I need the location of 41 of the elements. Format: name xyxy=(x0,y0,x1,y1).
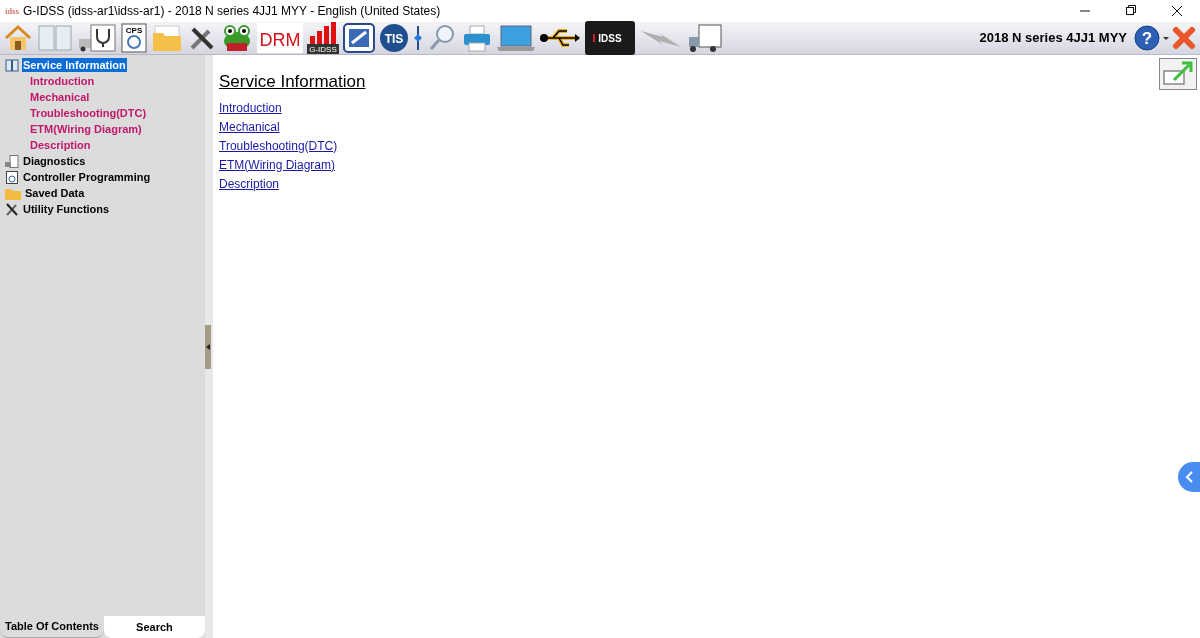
tree-item[interactable]: Saved Data xyxy=(24,186,86,200)
laptop-icon[interactable] xyxy=(497,23,535,53)
idss-device-icon[interactable]: IDSS xyxy=(585,21,635,55)
splitter-icon[interactable] xyxy=(413,23,423,53)
tools-icon xyxy=(5,202,19,216)
tree-item[interactable]: Diagnostics xyxy=(22,154,87,168)
tree-item[interactable]: ETM(Wiring Diagram) xyxy=(29,122,143,136)
link[interactable]: ETM(Wiring Diagram) xyxy=(219,156,335,173)
frog-icon[interactable] xyxy=(221,23,253,53)
vehicle-label: 2018 N series 4JJ1 MYY xyxy=(979,29,1127,48)
tree-item[interactable]: Troubleshooting(DTC) xyxy=(29,106,148,120)
house-icon[interactable] xyxy=(3,23,33,53)
book-icon xyxy=(5,58,19,72)
folder-icon xyxy=(5,186,21,200)
module-icon xyxy=(5,170,19,184)
page-heading: Service Information xyxy=(219,71,366,93)
help-icon[interactable]: ? xyxy=(1134,25,1160,51)
link[interactable]: Mechanical xyxy=(219,118,280,135)
link[interactable]: Introduction xyxy=(219,99,282,116)
window-title: G-IDSS (idss-ar1\idss-ar1) - 2018 N series 4JJ1 MYY - English (United States) xyxy=(23,3,441,20)
tree-item[interactable]: Mechanical xyxy=(29,90,91,104)
tree-item[interactable]: Service Information xyxy=(22,58,127,72)
app-logo: idss xyxy=(5,6,19,16)
cps-icon[interactable]: CPS xyxy=(121,23,147,53)
diagnostics-icon xyxy=(5,154,19,168)
tree-item[interactable]: Controller Programming xyxy=(22,170,152,184)
truck-icon[interactable] xyxy=(687,23,723,53)
stethoscope-truck-icon[interactable] xyxy=(77,23,117,53)
link[interactable]: Troubleshooting(DTC) xyxy=(219,137,338,154)
side-panel-toggle[interactable] xyxy=(1178,462,1200,492)
link[interactable]: Description xyxy=(219,175,280,192)
printer-icon[interactable] xyxy=(461,23,493,53)
collapse-handle[interactable] xyxy=(205,324,211,369)
tree-item[interactable]: Utility Functions xyxy=(22,202,111,216)
tis-icon[interactable]: TIS xyxy=(379,23,409,53)
tree-item[interactable]: Description xyxy=(29,138,92,152)
tree-item[interactable]: Introduction xyxy=(29,74,96,88)
dropdown-icon[interactable] xyxy=(1163,35,1169,41)
pop-out-icon[interactable] xyxy=(1159,58,1197,90)
drm-icon[interactable]: DRM xyxy=(257,23,303,53)
tab[interactable]: Search xyxy=(103,616,205,638)
